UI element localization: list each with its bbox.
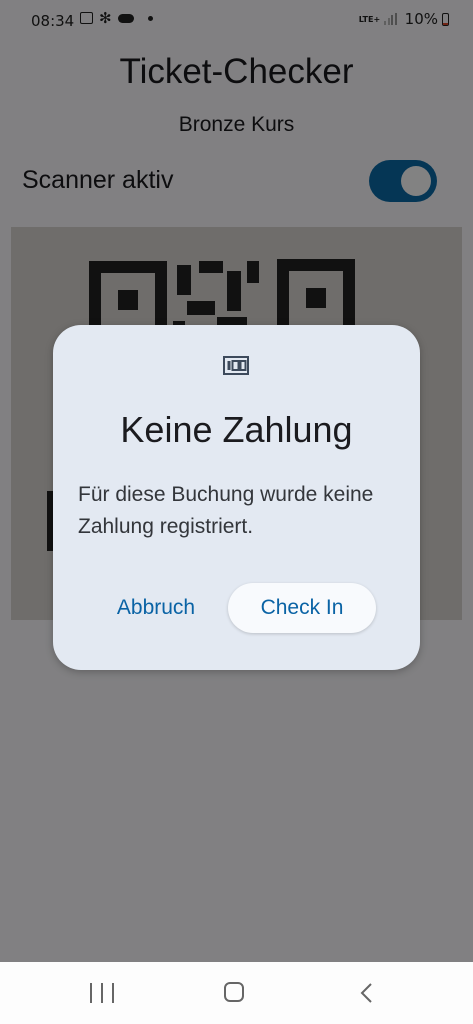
dialog-title: Keine Zahlung [120, 409, 353, 450]
dialog-message: Für diese Buchung wurde keine Zahlung re… [78, 483, 374, 538]
cancel-button[interactable]: Abbruch [101, 583, 211, 633]
ticket-icon [223, 356, 249, 375]
recents-icon[interactable] [90, 983, 114, 1003]
system-nav-bar [0, 962, 473, 1024]
no-payment-dialog: Keine Zahlung Für diese Buchung wurde ke… [53, 325, 420, 670]
home-icon[interactable] [224, 982, 244, 1002]
check-in-button[interactable]: Check In [228, 583, 376, 633]
back-icon[interactable] [356, 982, 378, 1004]
